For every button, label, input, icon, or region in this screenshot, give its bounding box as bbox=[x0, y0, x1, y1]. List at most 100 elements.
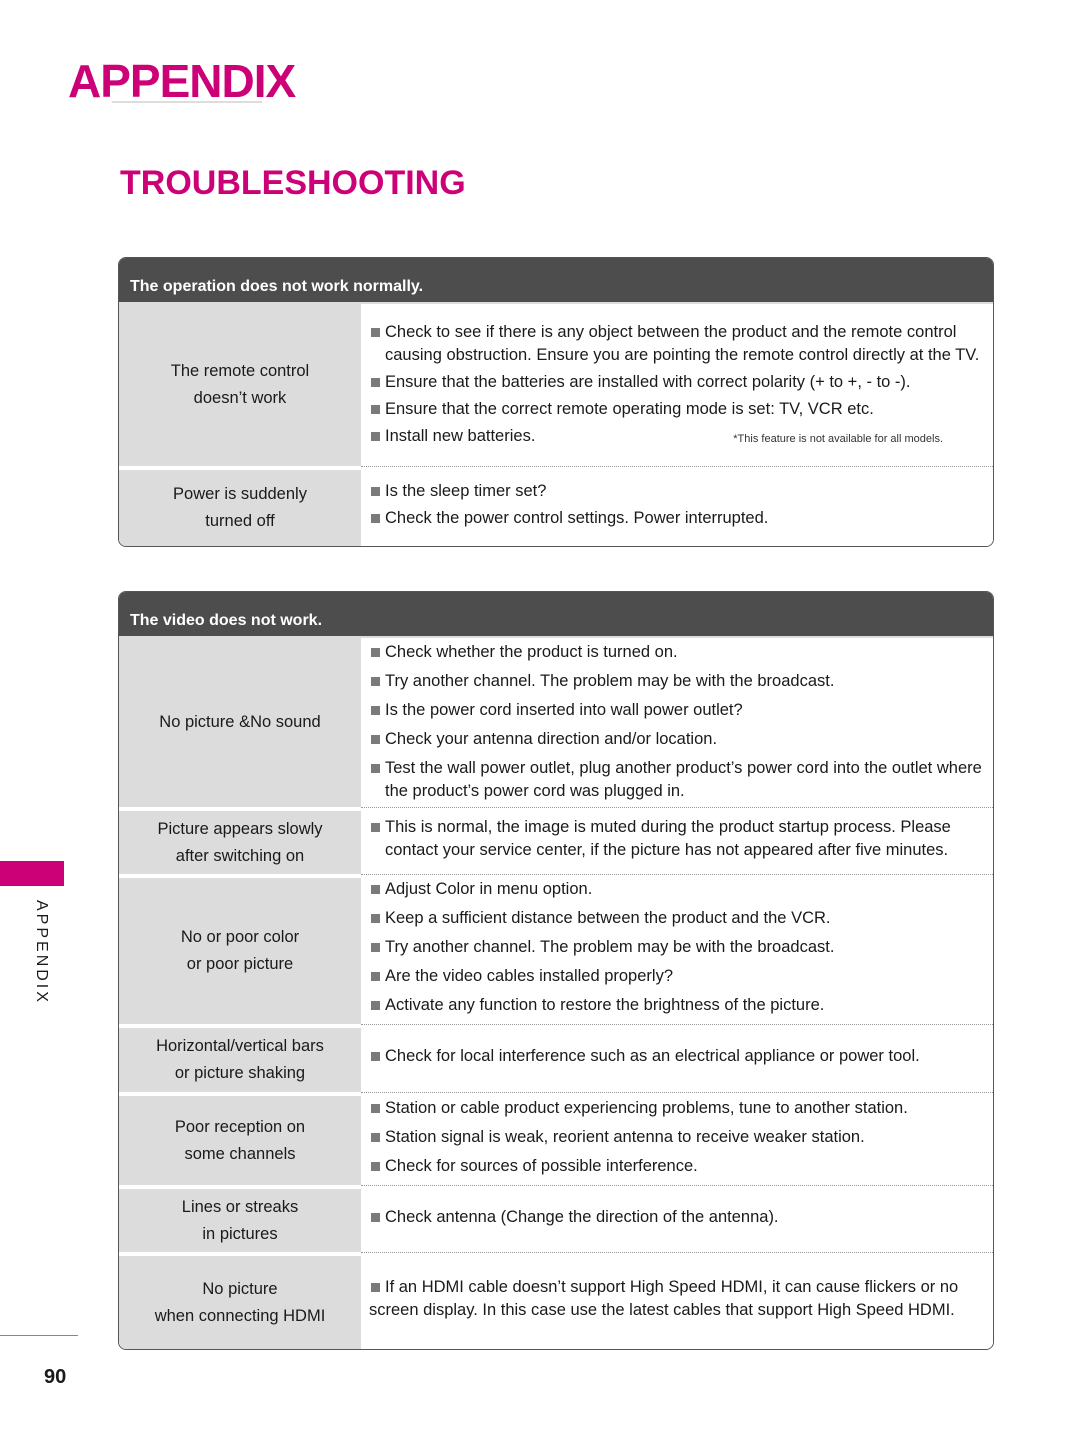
solution-text: Check for sources of possible interferen… bbox=[385, 1156, 698, 1175]
solution-item: Check whether the product is turned on. bbox=[369, 641, 983, 664]
solution-cell: If an HDMI cable doesn’t support High Sp… bbox=[361, 1252, 993, 1349]
table-row: No picture when connecting HDMI If an HD… bbox=[119, 1252, 993, 1349]
chapter-title: APPENDIX bbox=[68, 55, 296, 107]
solution-text: If an HDMI cable doesn’t support High Sp… bbox=[369, 1278, 959, 1319]
solution-item: Ensure that the correct remote operating… bbox=[369, 398, 983, 421]
problem-cell: No or poor color or poor picture bbox=[119, 878, 361, 1024]
solution-text: Test the wall power outlet, plug another… bbox=[385, 758, 982, 800]
square-bullet-icon bbox=[371, 1212, 380, 1222]
solution-cell: Adjust Color in menu option. Keep a suff… bbox=[361, 874, 993, 1024]
footnote: *This feature is not available for all m… bbox=[733, 432, 943, 445]
square-bullet-icon bbox=[371, 972, 380, 981]
solution-text: Install new batteries. bbox=[385, 426, 536, 445]
square-bullet-icon bbox=[371, 327, 380, 337]
problem-cell: No picture when connecting HDMI bbox=[119, 1256, 361, 1349]
solution-text: Ensure that the batteries are installed … bbox=[385, 372, 911, 391]
square-bullet-icon bbox=[371, 1001, 380, 1010]
problem-cell: Lines or streaks in pictures bbox=[119, 1189, 361, 1252]
solution-item: Station or cable product experiencing pr… bbox=[369, 1097, 983, 1120]
side-tab-label: APPENDIX bbox=[33, 900, 50, 1005]
square-bullet-icon bbox=[371, 705, 380, 715]
table-row: The remote control doesn’t work Check to… bbox=[119, 304, 993, 466]
square-bullet-icon bbox=[371, 377, 380, 387]
square-bullet-icon bbox=[371, 1103, 380, 1113]
square-bullet-icon bbox=[371, 943, 380, 952]
solution-item: Check to see if there is any object betw… bbox=[369, 321, 983, 367]
square-bullet-icon bbox=[371, 1132, 380, 1142]
solution-text: Ensure that the correct remote operating… bbox=[385, 399, 874, 418]
solution-item: Try another channel. The problem may be … bbox=[369, 936, 983, 959]
solution-text: Station signal is weak, reorient antenna… bbox=[385, 1127, 865, 1146]
solution-item: Is the sleep timer set? bbox=[369, 480, 983, 503]
square-bullet-icon bbox=[371, 823, 380, 832]
solution-item: Station signal is weak, reorient antenna… bbox=[369, 1126, 983, 1149]
solution-item: Check for sources of possible interferen… bbox=[369, 1155, 983, 1178]
problem-cell: Horizontal/vertical bars or picture shak… bbox=[119, 1028, 361, 1092]
footer-rule bbox=[0, 1335, 78, 1336]
square-bullet-icon bbox=[371, 513, 380, 523]
solution-item: Check for local interference such as an … bbox=[369, 1045, 983, 1068]
solution-text: Is the power cord inserted into wall pow… bbox=[385, 700, 743, 719]
table-row: Horizontal/vertical bars or picture shak… bbox=[119, 1024, 993, 1092]
solution-text: Check the power control settings. Power … bbox=[385, 508, 769, 527]
solution-text: Is the sleep timer set? bbox=[385, 481, 547, 500]
table-row: Power is suddenly turned off Is the slee… bbox=[119, 466, 993, 546]
table-row: Lines or streaks in pictures Check anten… bbox=[119, 1185, 993, 1252]
table-header: The operation does not work normally. bbox=[119, 258, 993, 304]
solution-item: Activate any function to restore the bri… bbox=[369, 994, 983, 1017]
square-bullet-icon bbox=[371, 914, 380, 923]
solution-item: Install new batteries. *This feature is n… bbox=[369, 425, 983, 448]
problem-cell: Poor reception on some channels bbox=[119, 1096, 361, 1185]
square-bullet-icon bbox=[371, 431, 380, 441]
solution-text: Check antenna (Change the direction of t… bbox=[385, 1207, 779, 1226]
solution-item: Is the power cord inserted into wall pow… bbox=[369, 699, 983, 722]
problem-cell: Power is suddenly turned off bbox=[119, 470, 361, 546]
problem-cell: Picture appears slowly after switching o… bbox=[119, 811, 361, 874]
solution-item: Keep a sufficient distance between the p… bbox=[369, 907, 983, 930]
square-bullet-icon bbox=[371, 1283, 380, 1292]
solution-text: Activate any function to restore the bri… bbox=[385, 996, 825, 1014]
square-bullet-icon bbox=[371, 1052, 380, 1061]
solution-text: Check your antenna direction and/or loca… bbox=[385, 729, 718, 748]
solution-text: Try another channel. The problem may be … bbox=[385, 671, 835, 690]
solution-item: Check your antenna direction and/or loca… bbox=[369, 728, 983, 751]
solution-item: Check antenna (Change the direction of t… bbox=[369, 1206, 983, 1229]
troubleshooting-table-operation: The operation does not work normally. Th… bbox=[118, 257, 994, 547]
table-row: No or poor color or poor picture Adjust … bbox=[119, 874, 993, 1024]
solution-item: Check the power control settings. Power … bbox=[369, 507, 983, 530]
solution-text: Are the video cables installed properly? bbox=[385, 967, 674, 985]
solution-item: Try another channel. The problem may be … bbox=[369, 670, 983, 693]
table-row: No picture &No sound Check whether the p… bbox=[119, 638, 993, 807]
solution-cell: Is the sleep timer set? Check the power … bbox=[361, 466, 993, 546]
square-bullet-icon bbox=[371, 1161, 380, 1171]
solution-text: Check for local interference such as an … bbox=[385, 1047, 920, 1065]
square-bullet-icon bbox=[371, 676, 380, 686]
square-bullet-icon bbox=[371, 734, 380, 744]
solution-text: Station or cable product experiencing pr… bbox=[385, 1098, 908, 1117]
troubleshooting-table-video: The video does not work. No picture &No … bbox=[118, 591, 994, 1350]
solution-item: This is normal, the image is muted durin… bbox=[369, 816, 983, 862]
square-bullet-icon bbox=[371, 404, 380, 414]
solution-cell: Check antenna (Change the direction of t… bbox=[361, 1185, 993, 1252]
solution-item: Adjust Color in menu option. bbox=[369, 878, 983, 901]
square-bullet-icon bbox=[371, 486, 380, 496]
solution-cell: This is normal, the image is muted durin… bbox=[361, 807, 993, 874]
solution-text: Adjust Color in menu option. bbox=[385, 880, 593, 898]
problem-cell: The remote control doesn’t work bbox=[119, 304, 361, 466]
solution-cell: Check to see if there is any object betw… bbox=[361, 304, 993, 466]
table-header: The video does not work. bbox=[119, 592, 993, 638]
solution-text: Try another channel. The problem may be … bbox=[385, 938, 835, 956]
solution-item: If an HDMI cable doesn’t support High Sp… bbox=[369, 1276, 983, 1322]
solution-cell: Check whether the product is turned on. … bbox=[361, 638, 993, 807]
page-number: 90 bbox=[44, 1366, 67, 1388]
section-title: TROUBLESHOOTING bbox=[120, 164, 466, 202]
solution-text: Check whether the product is turned on. bbox=[385, 642, 678, 661]
square-bullet-icon bbox=[371, 763, 380, 773]
solution-text: Check to see if there is any object betw… bbox=[385, 322, 980, 364]
solution-cell: Check for local interference such as an … bbox=[361, 1024, 993, 1092]
square-bullet-icon bbox=[371, 885, 380, 894]
table-row: Poor reception on some channels Station … bbox=[119, 1092, 993, 1185]
solution-item: Are the video cables installed properly? bbox=[369, 965, 983, 988]
title-underline bbox=[112, 101, 262, 103]
side-tab-marker bbox=[0, 861, 64, 886]
